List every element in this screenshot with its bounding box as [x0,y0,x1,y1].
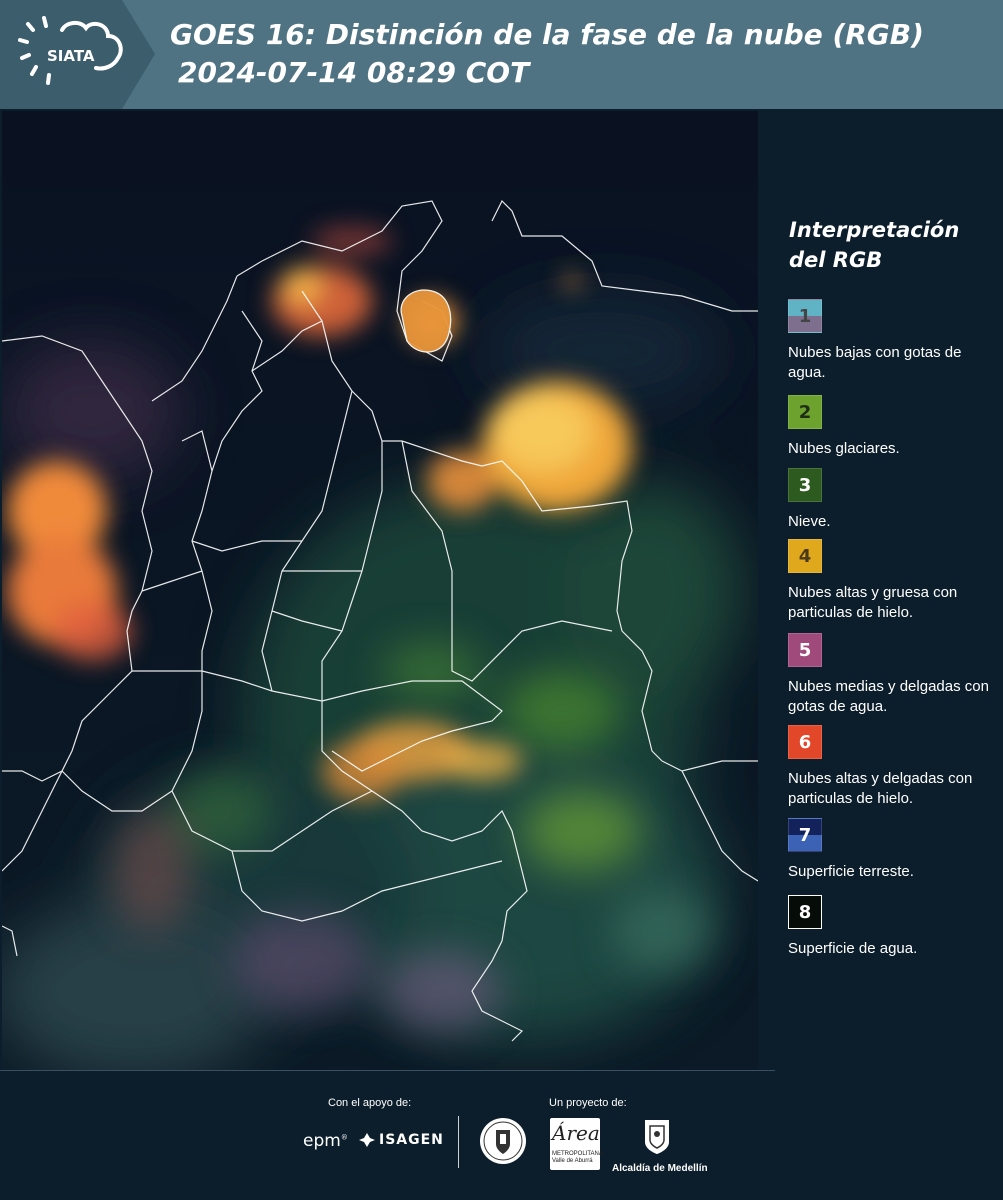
isagen-icon [359,1133,375,1147]
legend-swatch-1: 1 [788,299,822,333]
legend-label: Nubes bajas con gotas de agua. [788,344,962,381]
footer-divider [0,1070,775,1071]
title-line-2: 2024-07-14 08:29 COT [178,56,530,89]
legend-label: Superficie terreste. [788,863,914,880]
area-logo-subtitle: METROPOLITANA Valle de Aburrá [552,1151,603,1164]
page-title: GOES 16: Distinción de la fase de la nub… [170,16,924,92]
isagen-logo: ISAGEN [359,1132,444,1148]
satellite-map[interactable] [2,111,758,1070]
project-label: Un proyecto de: [549,1097,627,1109]
support-label: Con el apoyo de: [328,1097,412,1109]
alcaldia-medellin-logo: Alcaldía de Medellín [612,1118,708,1174]
epm-logo: epm® [303,1131,348,1151]
satellite-rgb-map-image [2,111,758,1070]
header-bar: SIATA GOES 16: Distinción de la fase de … [0,0,1003,109]
legend-number: 3 [798,474,812,496]
legend-item-7: 7 Superficie terreste. [788,818,998,882]
legend-label: Nieve. [788,513,831,530]
legend-swatch-4: 4 [788,539,822,573]
legend-item-3: 3 Nieve. [788,468,998,532]
siata-logo: SIATA [0,0,155,109]
legend-panel: Interpretación del RGB 1 Nubes bajas con… [760,109,1003,1070]
legend-number: 8 [798,901,812,923]
footer-vertical-divider [458,1116,459,1168]
legend-number: 2 [798,401,812,423]
legend-label: Nubes glaciares. [788,440,900,457]
legend-item-5: 5 Nubes medias y delgadas con gotas de a… [788,633,998,717]
medellin-logo-text: Alcaldía de Medellín [612,1163,708,1174]
legend-label: Nubes altas y delgadas con particulas de… [788,770,973,807]
area-logo-title: Área [552,1121,600,1145]
siata-logo-text: SIATA [47,47,95,65]
legend-item-6: 6 Nubes altas y delgadas con particulas … [788,725,998,809]
legend-label: Nubes medias y delgadas con gotas de agu… [788,678,989,715]
legend-number: 1 [798,305,812,327]
legend-swatch-3: 3 [788,468,822,502]
legend-swatch-2: 2 [788,395,822,429]
legend-number: 7 [798,824,812,846]
legend-item-2: 2 Nubes glaciares. [788,395,998,459]
legend-swatch-8: 8 [788,895,822,929]
legend-number: 5 [798,639,812,661]
footer: Con el apoyo de: Un proyecto de: epm® IS… [0,1070,1003,1200]
title-line-1: GOES 16: Distinción de la fase de la nub… [170,18,924,51]
legend-heading-line-1: Interpretación [789,218,960,242]
isagen-logo-text: ISAGEN [379,1132,444,1148]
seal-icon [478,1116,528,1171]
legend-swatch-5: 5 [788,633,822,667]
legend-number: 6 [798,731,812,753]
legend-heading-line-2: del RGB [789,248,883,272]
epm-logo-text: epm [303,1131,341,1151]
legend-swatch-7: 7 [788,818,822,852]
legend-label: Nubes altas y gruesa con particulas de h… [788,584,958,621]
legend-item-4: 4 Nubes altas y gruesa con particulas de… [788,539,998,623]
legend-swatch-6: 6 [788,725,822,759]
legend-item-8: 8 Superficie de agua. [788,895,998,959]
medellin-shield-icon [645,1120,669,1154]
area-metropolitana-logo: Área METROPOLITANA Valle de Aburrá [550,1118,603,1170]
legend-label: Superficie de agua. [788,940,918,957]
legend-number: 4 [798,545,812,567]
legend-heading: Interpretación del RGB [789,215,959,275]
legend-item-1: 1 Nubes bajas con gotas de agua. [788,299,998,383]
